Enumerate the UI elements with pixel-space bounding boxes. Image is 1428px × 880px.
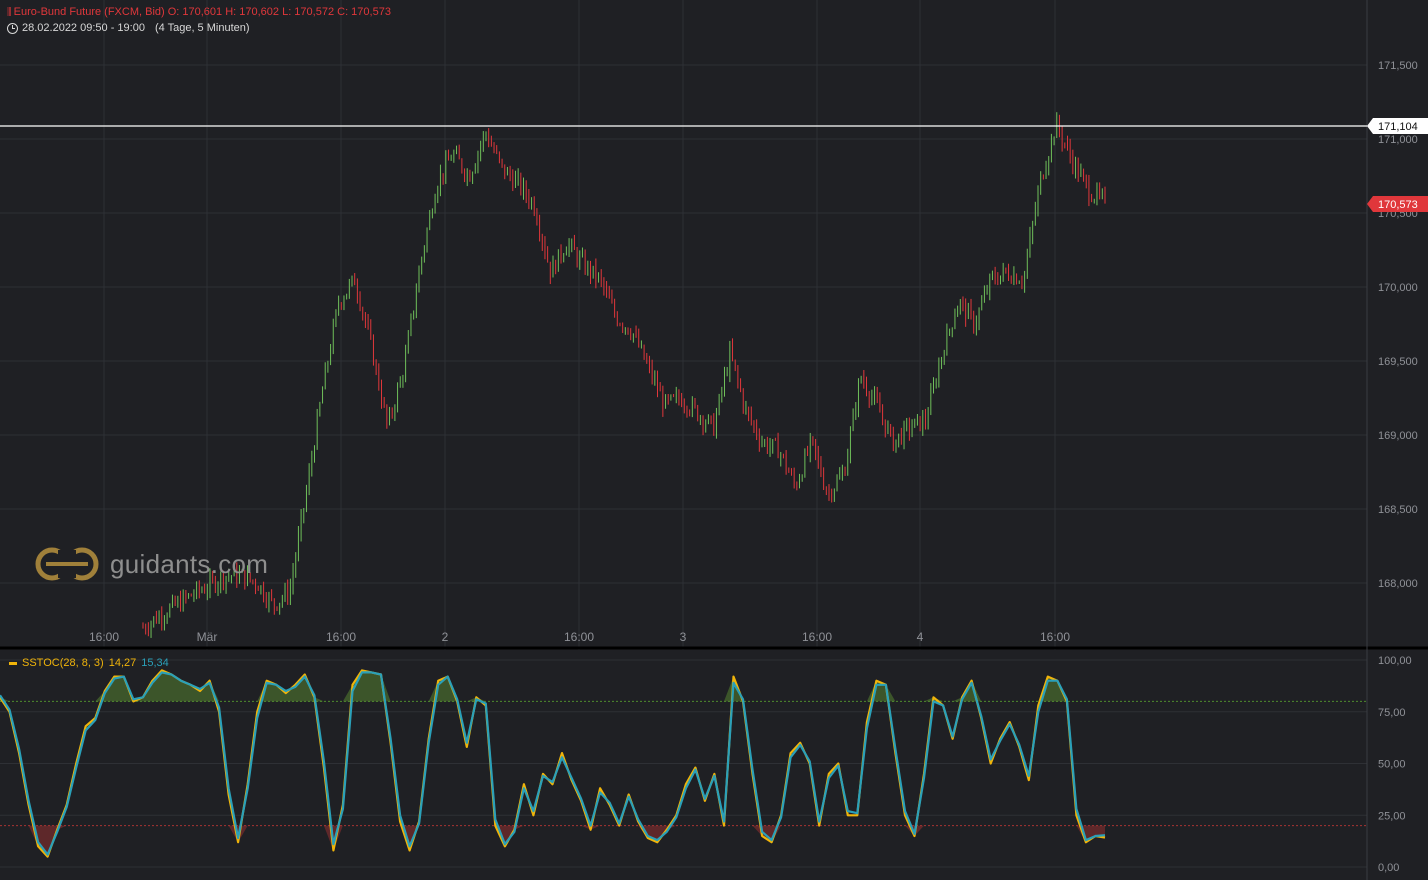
indicator-legend[interactable]: SSTOC(28, 8, 3) 14,27 15,34 [9, 657, 169, 669]
indicator-tick-label: 0,00 [1378, 862, 1399, 874]
time-tick-label: 16:00 [89, 630, 119, 644]
guidants-logo: guidants.com [34, 546, 268, 582]
time-tick-label: 16:00 [1040, 630, 1070, 644]
price-tick-label: 170,000 [1378, 282, 1418, 294]
time-tick-label: Mär [197, 630, 218, 644]
price-tick-label: 169,500 [1378, 356, 1418, 368]
price-tick-label: 168,000 [1378, 578, 1418, 590]
indicator-color-swatch [9, 661, 17, 665]
indicator-value-k: 14,27 [108, 657, 137, 669]
price-tick-label: 168,500 [1378, 504, 1418, 516]
indicator-name: SSTOC(28, 8, 3) [22, 657, 104, 669]
instrument-header[interactable]: ⫼ Euro-Bund Future (FXCM, Bid) O: 170,60… [7, 6, 391, 18]
candles-icon: ⫼ [7, 7, 12, 18]
logo-text: guidants.com [110, 548, 269, 579]
time-tick-label: 16:00 [564, 630, 594, 644]
time-tick-label: 3 [680, 630, 687, 644]
timespan-text: (4 Tage, 5 Minuten) [154, 22, 250, 34]
indicator-tick-label: 75,00 [1378, 707, 1406, 719]
price-tick-label: 171,500 [1378, 60, 1418, 72]
instrument-title: Euro-Bund Future (FXCM, Bid) O: 170,601 … [13, 6, 391, 18]
indicator-tick-label: 100,00 [1378, 655, 1412, 667]
indicator-tick-label: 50,00 [1378, 759, 1406, 771]
clock-icon [7, 22, 18, 34]
marker-line-label[interactable]: 171,104 [1367, 118, 1428, 134]
price-tick-label: 171,000 [1378, 134, 1418, 146]
indicator-tick-label: 25,00 [1378, 810, 1406, 822]
time-tick-label: 4 [917, 630, 924, 644]
guidants-logo-icon [35, 547, 99, 581]
timerange-header[interactable]: 28.02.2022 09:50 - 19:00 (4 Tage, 5 Minu… [7, 22, 250, 34]
time-tick-label: 16:00 [802, 630, 832, 644]
time-tick-label: 2 [442, 630, 449, 644]
timerange-text: 28.02.2022 09:50 - 19:00 [22, 22, 145, 34]
last-price-label-text: 170,573 [1378, 199, 1418, 211]
chart-canvas[interactable]: 171,500171,000170,500170,000169,500169,0… [0, 0, 1428, 880]
price-tick-label: 169,000 [1378, 430, 1418, 442]
indicator-value-d: 15,34 [141, 657, 169, 669]
last-price-label: 170,573 [1367, 196, 1428, 212]
time-tick-label: 16:00 [326, 630, 356, 644]
marker-label-text: 171,104 [1378, 121, 1418, 133]
